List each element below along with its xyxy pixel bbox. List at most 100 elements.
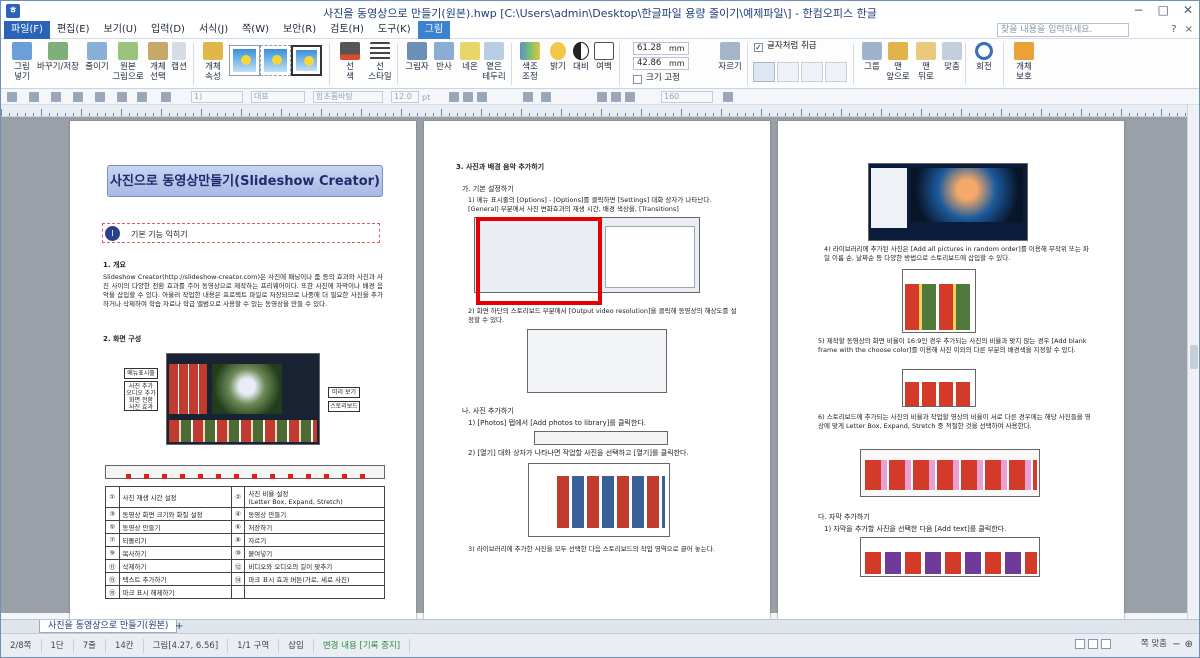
zoom-out-icon[interactable]: − bbox=[1172, 639, 1180, 650]
wrap-tight-icon[interactable] bbox=[777, 62, 799, 82]
ruler-tick bbox=[1185, 113, 1186, 116]
wrap-square-icon[interactable] bbox=[753, 62, 775, 82]
menu-picture[interactable]: 그림 bbox=[417, 20, 451, 39]
protect-object-button[interactable]: 개체 보호 bbox=[1007, 41, 1041, 87]
print-icon[interactable] bbox=[73, 92, 83, 102]
minimize-button[interactable]: − bbox=[1134, 3, 1144, 17]
status-page: 2/8쪽 bbox=[1, 638, 42, 653]
align-button[interactable]: 맞춤 bbox=[935, 41, 969, 87]
bold-icon[interactable] bbox=[449, 92, 459, 102]
menu-page[interactable]: 쪽(W) bbox=[235, 21, 276, 39]
document-tab[interactable]: 사진을 동영상으로 만들기(원본) bbox=[39, 620, 178, 633]
ruler-tick bbox=[1049, 113, 1050, 116]
align-center-icon[interactable] bbox=[611, 92, 621, 102]
original-picture-button[interactable]: 원본 그림으로 bbox=[111, 41, 145, 87]
callout-menubar: 메뉴표시줄 bbox=[124, 368, 158, 379]
font-color-icon[interactable] bbox=[523, 92, 533, 102]
horizontal-ruler[interactable] bbox=[1, 105, 1187, 117]
undo-icon[interactable] bbox=[117, 92, 127, 102]
height-unit: mm bbox=[669, 59, 685, 68]
caption-icon bbox=[172, 42, 186, 60]
basic-settings-step1: 1) 메뉴 표시줄의 [Options] - [Options]를 클릭하면 [… bbox=[468, 196, 712, 213]
shrink-picture-button[interactable]: 줄이기 bbox=[80, 41, 114, 87]
menu-file[interactable]: 파일(F) bbox=[4, 20, 50, 39]
menu-tools[interactable]: 도구(K) bbox=[371, 21, 418, 39]
line-spacing-icon[interactable] bbox=[723, 92, 733, 102]
wrap-front-icon[interactable] bbox=[825, 62, 847, 82]
close-button[interactable]: ✕ bbox=[1183, 3, 1193, 17]
help-search-input[interactable]: 찾을 내용을 입력하세요. bbox=[997, 23, 1129, 37]
picture-style-2[interactable] bbox=[260, 45, 291, 76]
normal-view-icon[interactable] bbox=[1075, 639, 1085, 649]
ruler-tick bbox=[697, 113, 698, 116]
soft-edge-button[interactable]: 옅은 테두리 bbox=[477, 41, 511, 87]
legend-table: ① 사진 재생 시간 설정 ② 사진 비율 설정 (Letter Box, Expan… bbox=[105, 486, 385, 599]
save-icon[interactable] bbox=[51, 92, 61, 102]
menu-insert[interactable]: 입력(D) bbox=[144, 21, 192, 39]
zoom-mode[interactable]: 쪽 맞춤 bbox=[1141, 640, 1167, 649]
scrollbar-thumb[interactable] bbox=[1190, 345, 1198, 369]
line-style-button[interactable]: 선 스타일 bbox=[363, 41, 397, 87]
ruler-tick bbox=[393, 113, 394, 116]
fixed-size-checkbox[interactable] bbox=[633, 75, 642, 84]
style-number-field[interactable]: 1) bbox=[191, 91, 243, 103]
add-tab-button[interactable]: + bbox=[175, 622, 183, 632]
caption-button[interactable]: 캡션 bbox=[167, 41, 191, 87]
zoom-in-icon[interactable]: ⊕ bbox=[1185, 639, 1193, 650]
help-icon[interactable]: ? bbox=[1171, 24, 1176, 35]
picture-style-1[interactable] bbox=[229, 45, 260, 76]
ruler-tick bbox=[457, 113, 458, 116]
ruler-tick bbox=[1169, 113, 1170, 116]
protect-object-icon bbox=[1014, 42, 1034, 60]
preview-icon[interactable] bbox=[95, 92, 105, 102]
font-size-unit: pt bbox=[422, 93, 431, 102]
replace-picture-button[interactable]: 바꾸기/저장 bbox=[37, 41, 79, 87]
menu-edit[interactable]: 편집(E) bbox=[50, 21, 97, 39]
ribbon-close-icon[interactable]: × bbox=[1185, 24, 1193, 35]
new-doc-icon[interactable] bbox=[7, 92, 17, 102]
ruler-tick bbox=[665, 113, 666, 116]
font-select[interactable]: 함초롬바탕 bbox=[313, 91, 383, 103]
insert-picture-button[interactable]: 그림 넣기 bbox=[5, 41, 39, 87]
menu-security[interactable]: 보안(R) bbox=[276, 21, 323, 39]
ruler-tick bbox=[881, 109, 882, 116]
color-adjust-icon bbox=[520, 42, 540, 60]
caption-step1: 1) 자막을 추가할 사진을 선택한 다음 [Add text]를 클릭한다. bbox=[824, 525, 1007, 533]
crop-label: 자르기 bbox=[718, 62, 742, 72]
zoom-field[interactable]: 160 bbox=[661, 91, 713, 103]
crop-button[interactable]: 자르기 bbox=[713, 41, 747, 87]
wrap-behind-icon[interactable] bbox=[801, 62, 823, 82]
protect-object-label: 개체 보호 bbox=[1016, 62, 1032, 82]
selected-picture-frame[interactable] bbox=[476, 217, 602, 305]
status-track-changes[interactable]: 변경 내용 [기록 중지] bbox=[314, 638, 411, 653]
legend-description: 동영상 만들기 bbox=[244, 507, 385, 521]
vertical-scrollbar[interactable] bbox=[1187, 105, 1199, 619]
status-mode[interactable]: 삽입 bbox=[279, 638, 314, 653]
menu-view[interactable]: 보기(U) bbox=[97, 21, 145, 39]
picture-style-3[interactable] bbox=[291, 45, 322, 76]
style-select[interactable]: 대표 bbox=[251, 91, 305, 103]
align-left-icon[interactable] bbox=[597, 92, 607, 102]
legend-description: 비디오와 오디오의 길이 맞추기 bbox=[244, 559, 385, 573]
style-icon[interactable] bbox=[161, 92, 171, 102]
rotate-button[interactable]: 회전 bbox=[967, 41, 1001, 87]
object-properties-button[interactable]: 개체 속성 bbox=[196, 41, 230, 87]
page-view-icon[interactable] bbox=[1088, 639, 1098, 649]
margin-button[interactable]: 여백 bbox=[587, 41, 621, 87]
align-right-icon[interactable] bbox=[625, 92, 635, 102]
treat-as-char-checkbox[interactable]: ✓ bbox=[754, 43, 763, 52]
underline-icon[interactable] bbox=[477, 92, 487, 102]
full-view-icon[interactable] bbox=[1101, 639, 1111, 649]
blank-frame-screenshot bbox=[902, 369, 976, 407]
ruler-tick bbox=[249, 113, 250, 116]
line-color-button[interactable]: 선 색 bbox=[333, 41, 367, 87]
ruler-tick bbox=[1177, 113, 1178, 116]
font-size-field[interactable]: 12.0 bbox=[391, 91, 419, 103]
open-icon[interactable] bbox=[29, 92, 39, 102]
maximize-button[interactable]: □ bbox=[1158, 3, 1169, 17]
menu-format[interactable]: 서식(J) bbox=[192, 21, 235, 39]
menu-review[interactable]: 검토(H) bbox=[323, 21, 371, 39]
highlight-icon[interactable] bbox=[541, 92, 551, 102]
italic-icon[interactable] bbox=[463, 92, 473, 102]
redo-icon[interactable] bbox=[137, 92, 147, 102]
